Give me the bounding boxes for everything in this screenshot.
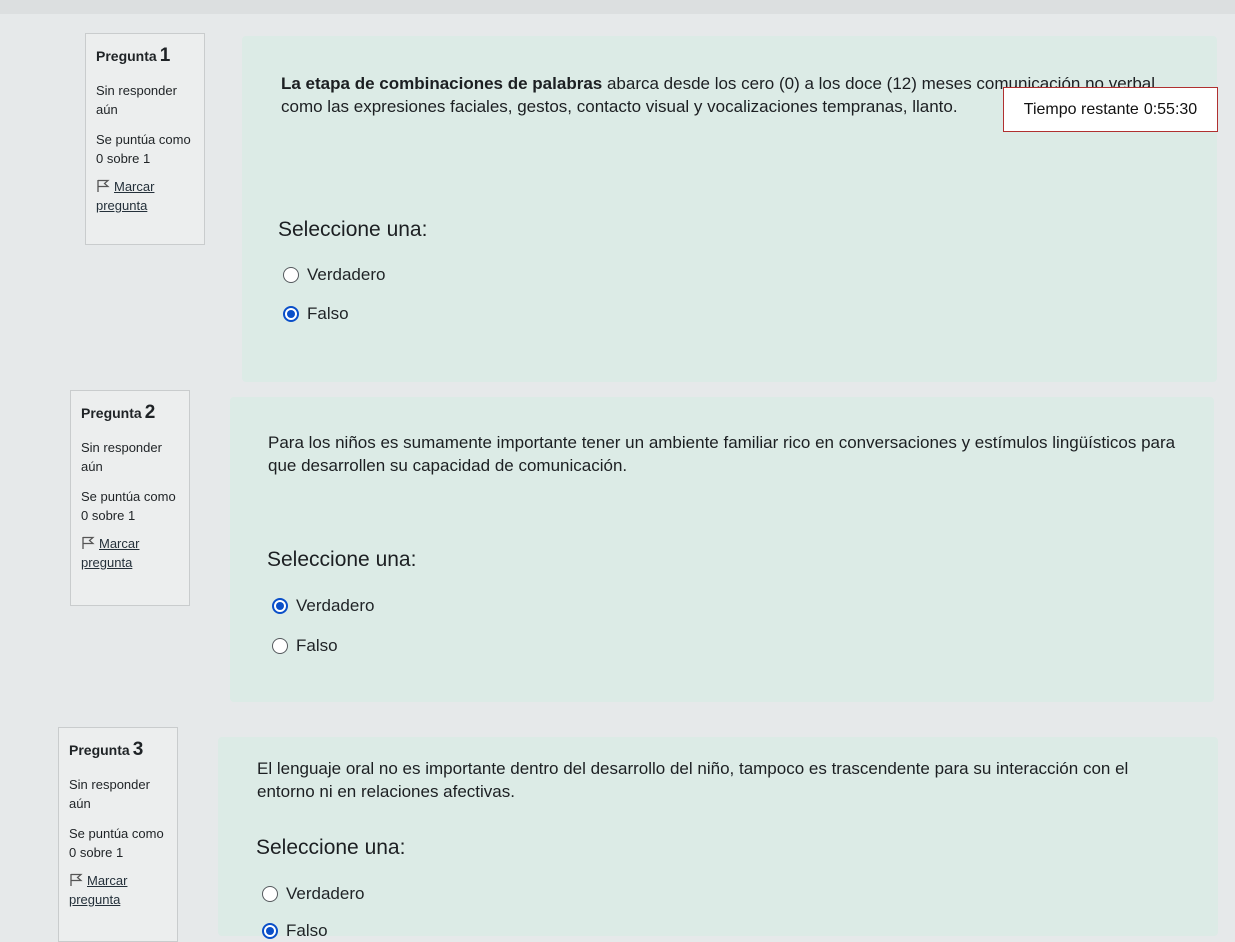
question-1-grade-label: Se puntúa como	[96, 131, 191, 147]
option-label: Falso	[307, 304, 349, 323]
question-3-grade-label: Se puntúa como	[69, 825, 164, 841]
question-1-title: Pregunta	[96, 48, 157, 64]
radio-falso-q3[interactable]	[262, 923, 278, 939]
flag-icon	[82, 536, 95, 549]
question-1-option-verdadero[interactable]: Verdadero	[283, 265, 385, 285]
question-3-info: Pregunta 3 Sin responder aún Se puntúa co…	[58, 727, 178, 942]
question-1-grade-value: 0 sobre 1	[96, 151, 151, 166]
radio-verdadero-q3[interactable]	[262, 886, 278, 902]
radio-verdadero-q1[interactable]	[283, 267, 299, 283]
question-2-flag[interactable]: Marcar pregunta	[81, 534, 179, 573]
option-label: Verdadero	[286, 884, 365, 903]
question-2-option-falso[interactable]: Falso	[272, 636, 338, 656]
question-1-flag[interactable]: Marcar pregunta	[96, 177, 194, 216]
question-1-text-bold: La etapa de combinaciones de palabras	[281, 74, 603, 93]
question-3-grade-value: 0 sobre 1	[69, 845, 124, 860]
question-1-prompt: Seleccione una:	[278, 218, 428, 241]
radio-falso-q2[interactable]	[272, 638, 288, 654]
question-3-number: 3	[132, 739, 144, 760]
option-label: Verdadero	[296, 596, 375, 615]
question-3-title: Pregunta	[69, 742, 130, 758]
question-2-title: Pregunta	[81, 405, 142, 421]
question-1-state: Sin responder aún	[96, 82, 177, 118]
question-1-info: Pregunta 1 Sin responder aún Se puntúa co…	[85, 33, 205, 245]
question-1-number: 1	[159, 45, 171, 66]
question-2-prompt: Seleccione una:	[267, 548, 417, 571]
radio-falso-q1[interactable]	[283, 306, 299, 322]
timer-box: Tiempo restante 0:55:30	[1003, 87, 1218, 132]
question-2-grade-value: 0 sobre 1	[81, 508, 136, 523]
question-3-option-verdadero[interactable]: Verdadero	[262, 884, 364, 904]
question-3-prompt: Seleccione una:	[256, 836, 406, 859]
question-2-option-verdadero[interactable]: Verdadero	[272, 596, 374, 616]
question-3-option-falso[interactable]: Falso	[262, 921, 328, 941]
timer-label: Tiempo restante	[1023, 100, 1139, 118]
question-2-state: Sin responder aún	[81, 439, 162, 475]
question-3-flag[interactable]: Marcar pregunta	[69, 871, 167, 910]
option-label: Verdadero	[307, 265, 386, 284]
question-2-info: Pregunta 2 Sin responder aún Se puntúa co…	[70, 390, 190, 606]
flag-icon	[70, 873, 83, 886]
question-3-state: Sin responder aún	[69, 776, 150, 812]
question-2-number: 2	[144, 402, 156, 423]
option-label: Falso	[296, 636, 338, 655]
timer-value: 0:55:30	[1143, 100, 1198, 118]
question-1-option-falso[interactable]: Falso	[283, 304, 349, 324]
question-2-grade-label: Se puntúa como	[81, 488, 176, 504]
flag-icon	[97, 179, 110, 192]
question-2-text: Para los niños es sumamente importante t…	[268, 433, 1176, 475]
top-bar	[0, 0, 1235, 14]
radio-verdadero-q2[interactable]	[272, 598, 288, 614]
question-3-text: El lenguaje oral no es importante dentro…	[257, 759, 1129, 801]
option-label: Falso	[286, 921, 328, 940]
